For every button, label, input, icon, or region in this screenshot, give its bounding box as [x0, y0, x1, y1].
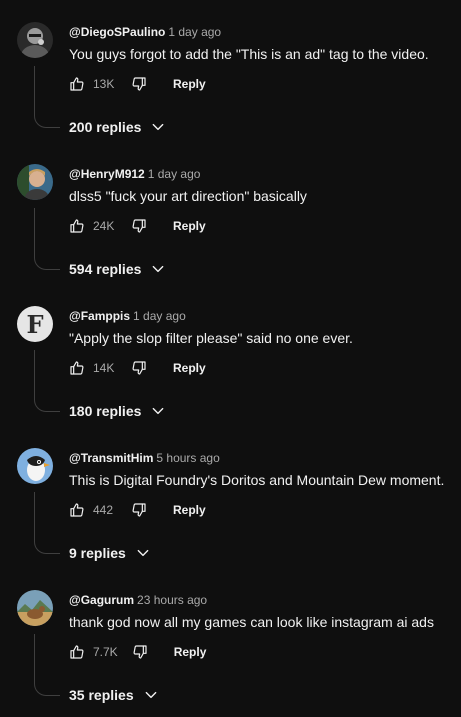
comment-item: @HenryM912 1 day ago dlss5 "fuck your art…	[0, 142, 461, 284]
comment-meta: @HenryM912 1 day ago	[69, 165, 200, 183]
avatar[interactable]	[17, 448, 53, 484]
comment-timestamp[interactable]: 1 day ago	[168, 25, 221, 39]
replies-count-label: 35 replies	[69, 687, 134, 703]
comment-actions: 7.7K Reply	[69, 642, 206, 662]
like-button[interactable]: 442	[69, 502, 117, 518]
view-replies-button[interactable]: 180 replies	[69, 403, 165, 419]
like-button[interactable]: 14K	[69, 360, 117, 376]
like-count: 14K	[93, 361, 115, 375]
thumbs-up-icon	[70, 77, 84, 91]
comment-meta: @Gagurum 23 hours ago	[69, 591, 207, 609]
thumbs-down-icon	[132, 77, 146, 91]
reply-button[interactable]: Reply	[173, 219, 206, 233]
comment-text: This is Digital Foundry's Doritos and Mo…	[69, 472, 445, 488]
comment-item: @Gagurum 23 hours ago thank god now all m…	[0, 568, 461, 710]
avatar[interactable]: F	[17, 306, 53, 342]
bird-avatar-icon	[17, 448, 53, 484]
comment-meta: @Famppis 1 day ago	[69, 307, 186, 325]
thread-line	[34, 634, 60, 696]
reply-button[interactable]: Reply	[173, 77, 206, 91]
chevron-down-icon	[136, 546, 150, 560]
comment-meta: @TransmitHim 5 hours ago	[69, 449, 220, 467]
chevron-down-icon	[144, 688, 158, 702]
letter-f-avatar-icon: F	[17, 306, 53, 342]
thumbs-up-icon	[70, 503, 84, 517]
like-count: 7.7K	[93, 645, 118, 659]
replies-count-label: 594 replies	[69, 261, 142, 277]
thumbs-up-icon	[70, 645, 84, 659]
comment-item: @TransmitHim 5 hours ago This is Digital …	[0, 426, 461, 568]
thread-line	[34, 350, 60, 412]
comment-actions: 442 Reply	[69, 500, 206, 520]
dislike-button[interactable]	[131, 218, 147, 234]
dislike-button[interactable]	[131, 360, 147, 376]
reply-button[interactable]: Reply	[173, 361, 206, 375]
replies-count-label: 200 replies	[69, 119, 142, 135]
comment-text: You guys forgot to add the "This is an a…	[69, 46, 429, 62]
comment-actions: 13K Reply	[69, 74, 206, 94]
thumbs-up-icon	[70, 361, 84, 375]
comment-timestamp[interactable]: 1 day ago	[133, 309, 186, 323]
comment-item: @DiegoSPaulino 1 day ago You guys forgot …	[0, 0, 461, 142]
view-replies-button[interactable]: 200 replies	[69, 119, 165, 135]
view-replies-button[interactable]: 35 replies	[69, 687, 158, 703]
reply-button[interactable]: Reply	[173, 503, 206, 517]
replies-count-label: 9 replies	[69, 545, 126, 561]
comment-author[interactable]: @HenryM912	[69, 167, 145, 181]
comment-actions: 24K Reply	[69, 216, 206, 236]
comment-actions: 14K Reply	[69, 358, 206, 378]
comment-author[interactable]: @TransmitHim	[69, 451, 153, 465]
comment-text: dlss5 "fuck your art direction" basicall…	[69, 188, 307, 204]
replies-count-label: 180 replies	[69, 403, 142, 419]
reply-button[interactable]: Reply	[174, 645, 207, 659]
photo-avatar-icon	[17, 164, 53, 200]
landscape-avatar-icon	[17, 590, 53, 626]
chevron-down-icon	[151, 120, 165, 134]
like-button[interactable]: 13K	[69, 76, 117, 92]
comment-timestamp[interactable]: 23 hours ago	[137, 593, 207, 607]
comment-text: thank god now all my games can look like…	[69, 614, 434, 630]
like-button[interactable]: 24K	[69, 218, 117, 234]
avatar[interactable]	[17, 164, 53, 200]
comment-author[interactable]: @DiegoSPaulino	[69, 25, 165, 39]
thread-line	[34, 492, 60, 554]
avatar[interactable]	[17, 22, 53, 58]
thumbs-down-icon	[132, 361, 146, 375]
thumbs-down-icon	[133, 645, 147, 659]
like-button[interactable]: 7.7K	[69, 644, 118, 660]
photo-avatar-icon	[17, 22, 53, 58]
chevron-down-icon	[151, 404, 165, 418]
comment-author[interactable]: @Gagurum	[69, 593, 134, 607]
thumbs-down-icon	[132, 219, 146, 233]
comment-text: "Apply the slop filter please" said no o…	[69, 330, 353, 346]
view-replies-button[interactable]: 594 replies	[69, 261, 165, 277]
view-replies-button[interactable]: 9 replies	[69, 545, 150, 561]
comment-item: F @Famppis 1 day ago "Apply the slop filt…	[0, 284, 461, 426]
comment-timestamp[interactable]: 1 day ago	[148, 167, 201, 181]
like-count: 13K	[93, 77, 115, 91]
like-count: 24K	[93, 219, 115, 233]
dislike-button[interactable]	[132, 644, 148, 660]
dislike-button[interactable]	[131, 76, 147, 92]
dislike-button[interactable]	[131, 502, 147, 518]
thread-line	[34, 208, 60, 270]
avatar[interactable]	[17, 590, 53, 626]
comment-meta: @DiegoSPaulino 1 day ago	[69, 23, 221, 41]
chevron-down-icon	[151, 262, 165, 276]
like-count: 442	[93, 503, 114, 517]
thumbs-up-icon	[70, 219, 84, 233]
svg-text:F: F	[26, 310, 43, 339]
comment-timestamp[interactable]: 5 hours ago	[156, 451, 219, 465]
comment-author[interactable]: @Famppis	[69, 309, 130, 323]
thread-line	[34, 66, 60, 128]
thumbs-down-icon	[132, 503, 146, 517]
